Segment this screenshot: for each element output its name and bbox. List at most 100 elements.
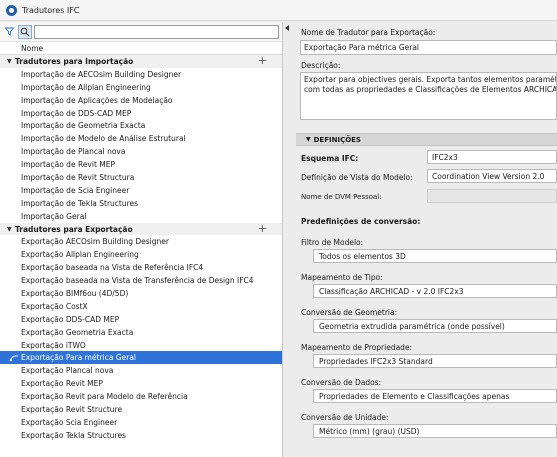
- unit-conversion-label: Conversão de Unidade:: [301, 413, 389, 422]
- model-view-definition-select[interactable]: Coordination View Version 2.0: [427, 169, 557, 183]
- column-header-name[interactable]: Nome: [0, 42, 282, 55]
- description-field[interactable]: Exportar para objectives gerais. Exporta…: [300, 72, 557, 120]
- translator-item-label: Exportação BIMf6ou (4D/5D): [21, 288, 129, 298]
- geometry-conversion-select[interactable]: Geometria extrudida paramétrica (onde po…: [313, 319, 557, 333]
- translator-item-label: Importação de Revit Structura: [21, 172, 135, 182]
- filter-icon[interactable]: [3, 25, 16, 38]
- translator-item-label: Importação de Allplan Engineering: [21, 82, 151, 92]
- translator-item-label: Importação de Tekla Structures: [21, 198, 139, 208]
- model-filter-select[interactable]: Todos os elementos 3D: [313, 249, 557, 263]
- custom-mvd-name-field: [427, 189, 557, 203]
- translator-item[interactable]: Exportação baseada na Vista de Transferê…: [0, 274, 282, 287]
- translator-item[interactable]: Importação de Plancal nova: [0, 145, 282, 158]
- translator-item-label: Exportação AECOsim Building Designer: [21, 237, 169, 247]
- group-header-export[interactable]: ▼ Tradutores para Exportação +: [0, 222, 282, 236]
- translator-item[interactable]: Exportação Allplan Engineering: [0, 248, 282, 261]
- search-icon[interactable]: [18, 24, 32, 39]
- translator-item[interactable]: Importação de DDS-CAD MEP: [0, 107, 282, 120]
- definitions-section-header[interactable]: ▼ DEFINIÇÕES: [296, 133, 557, 146]
- translator-item[interactable]: Exportação baseada na Vista de Referênci…: [0, 261, 282, 274]
- unit-conversion-select[interactable]: Métrico (mm) (grau) (USD): [313, 424, 557, 438]
- translator-item-label: Importação de Scia Engineer: [21, 185, 130, 195]
- translator-item-label: Exportação Para métrica Geral: [21, 353, 137, 363]
- translator-item-label: Importação Geral: [21, 211, 87, 221]
- translator-details-panel: Nome de Tradutor para Exportação: Export…: [296, 22, 557, 457]
- property-mapping-select[interactable]: Propriedades IFC2x3 Standard: [313, 354, 557, 368]
- translator-item-label: Importação de Geometria Exacta: [21, 121, 146, 131]
- translator-list-panel: Nome ▼ Tradutores para Importação + Importa…: [0, 22, 283, 457]
- translator-name-label: Nome de Tradutor para Exportação:: [301, 28, 436, 37]
- description-line-2: com todas as propriedades e Classificaçõ…: [304, 84, 557, 94]
- translator-item-label: Exportação iTWO: [21, 340, 86, 350]
- group-header-import[interactable]: ▼ Tradutores para Importação +: [0, 54, 282, 68]
- translator-item-label: Exportação baseada na Vista de Transferê…: [21, 276, 254, 286]
- translator-item[interactable]: Exportação DDS-CAD MEP: [0, 313, 282, 326]
- translator-item-label: Exportação CostX: [21, 301, 88, 311]
- type-mapping-select[interactable]: Classificação ARCHICAD - v 2.0 IFC2x3: [313, 284, 557, 298]
- translator-item[interactable]: Exportação CostX: [0, 300, 282, 313]
- translator-item[interactable]: Exportação Para métrica Geral: [0, 351, 282, 365]
- translator-item[interactable]: Exportação BIMf6ou (4D/5D): [0, 287, 282, 300]
- translator-item-label: Exportação Geometria Exacta: [21, 327, 134, 337]
- translator-item[interactable]: Importação de AECOsim Building Designer: [0, 68, 282, 81]
- property-mapping-label: Mapeamento de Propriedade:: [301, 343, 413, 352]
- translator-item-label: Importação de DDS-CAD MEP: [21, 108, 132, 118]
- translator-item[interactable]: Exportação Plancal nova: [0, 364, 282, 377]
- translator-item[interactable]: Importação de Scia Engineer: [0, 184, 282, 197]
- collapse-arrow-icon[interactable]: [285, 25, 289, 31]
- panel-splitter[interactable]: [283, 22, 292, 457]
- translator-item[interactable]: Importação de Tekla Structures: [0, 197, 282, 210]
- translator-item-label: Importação de AECOsim Building Designer: [21, 69, 182, 79]
- custom-mvd-name-label: Nome de DVM Pessoal:: [301, 193, 382, 201]
- data-conversion-label: Conversão de Dados:: [301, 378, 382, 387]
- search-input[interactable]: [34, 24, 279, 39]
- description-line-1: Exportar para objectives gerais. Exporta…: [304, 75, 556, 84]
- translator-item[interactable]: Importação de Aplicações de Modelação: [0, 94, 282, 107]
- translator-item-label: Importação de Modelo de Análise Estrutur…: [21, 134, 186, 144]
- translator-item[interactable]: Importação Geral: [0, 210, 282, 223]
- collapse-triangle-icon[interactable]: ▼: [7, 58, 15, 65]
- expand-triangle-icon: ▼: [306, 136, 311, 143]
- translator-item-label: Importação de Aplicações de Modelação: [21, 95, 173, 105]
- data-conversion-select[interactable]: Propriedades de Elemento e Classificaçõe…: [313, 389, 557, 403]
- translator-tree: ▼ Tradutores para Importação + Importação d…: [0, 54, 282, 442]
- group-label: Tradutores para Importação: [15, 56, 134, 66]
- add-translator-icon[interactable]: +: [258, 54, 267, 67]
- translator-item-label: Exportação Revit MEP: [21, 379, 103, 389]
- translator-item[interactable]: Importação de Revit MEP: [0, 158, 282, 171]
- translator-item[interactable]: Exportação Geometria Exacta: [0, 326, 282, 339]
- translator-item[interactable]: Importação de Allplan Engineering: [0, 81, 282, 94]
- collapse-triangle-icon[interactable]: ▼: [7, 226, 15, 233]
- translator-item[interactable]: Importação de Modelo de Análise Estrutur…: [0, 132, 282, 145]
- rename-pencil-icon: [9, 355, 19, 362]
- description-label: Descrição:: [301, 61, 341, 70]
- translator-name-field[interactable]: Exportação Para métrica Geral: [300, 40, 557, 55]
- translator-item-label: Exportação Plancal nova: [21, 366, 114, 376]
- translator-item[interactable]: Importação de Revit Structura: [0, 171, 282, 184]
- window-titlebar: Tradutores IFC: [0, 0, 557, 21]
- translator-item-label: Exportação Revit para Modelo de Referênc…: [21, 392, 188, 402]
- conversion-presets-label: Predefinições de conversão:: [301, 217, 421, 226]
- translator-item-label: Exportação baseada na Vista de Referênci…: [21, 263, 204, 273]
- translator-item[interactable]: Exportação AECOsim Building Designer: [0, 235, 282, 248]
- translator-item-label: Exportação Scia Engineer: [21, 417, 118, 427]
- translator-item-label: Exportação Tekla Structures: [21, 430, 126, 440]
- translator-item-label: Exportação Revit Structure: [21, 404, 123, 414]
- translator-item[interactable]: Exportação iTWO: [0, 339, 282, 352]
- group-label: Tradutores para Exportação: [15, 224, 133, 234]
- translator-item-label: Exportação Allplan Engineering: [21, 250, 139, 260]
- translator-item[interactable]: Importação de Geometria Exacta: [0, 119, 282, 132]
- model-filter-label: Filtro de Modelo:: [301, 238, 364, 247]
- translator-item[interactable]: Exportação Revit MEP: [0, 377, 282, 390]
- model-view-definition-label: Definição de Vista do Modelo:: [301, 173, 413, 182]
- translator-item[interactable]: Exportação Scia Engineer: [0, 416, 282, 429]
- add-translator-icon[interactable]: +: [258, 222, 267, 235]
- translator-item[interactable]: Exportação Tekla Structures: [0, 429, 282, 442]
- translator-item[interactable]: Exportação Revit Structure: [0, 403, 282, 416]
- translator-item-label: Importação de Plancal nova: [21, 147, 126, 157]
- translator-item-label: Exportação DDS-CAD MEP: [21, 314, 120, 324]
- archicad-app-icon: [6, 4, 17, 16]
- window-title: Tradutores IFC: [22, 5, 80, 15]
- translator-item[interactable]: Exportação Revit para Modelo de Referênc…: [0, 390, 282, 403]
- ifc-schema-select[interactable]: IFC2x3: [427, 150, 557, 164]
